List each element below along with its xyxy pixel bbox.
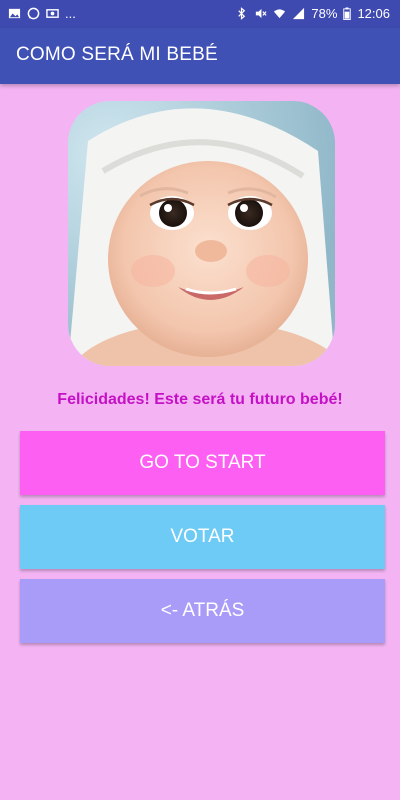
wifi-icon — [274, 9, 286, 19]
whatsapp-icon — [27, 7, 40, 20]
mute-icon — [256, 8, 267, 19]
money-icon — [46, 9, 59, 18]
battery-percentage: 78% — [311, 6, 338, 21]
app-title: COMO SERÁ MI BEBÉ — [16, 44, 218, 65]
vote-button[interactable]: VOTAR — [20, 505, 385, 569]
clock: 12:06 — [357, 6, 390, 21]
go-to-start-button[interactable]: GO TO START — [20, 431, 385, 495]
result-message: Felicidades! Este será tu futuro bebé! — [57, 391, 343, 408]
back-button[interactable]: <- ATRÁS — [20, 579, 385, 643]
baby-photo — [68, 101, 335, 366]
baby-face-image — [68, 101, 335, 366]
app-bar: COMO SERÁ MI BEBÉ — [0, 28, 400, 84]
gallery-icon — [8, 8, 21, 19]
bluetooth-icon — [238, 7, 246, 20]
signal-icon — [293, 7, 305, 20]
battery-icon — [343, 7, 352, 20]
status-bar: ... 78% 12:06 — [0, 0, 400, 28]
notification-overflow: ... — [65, 6, 76, 21]
